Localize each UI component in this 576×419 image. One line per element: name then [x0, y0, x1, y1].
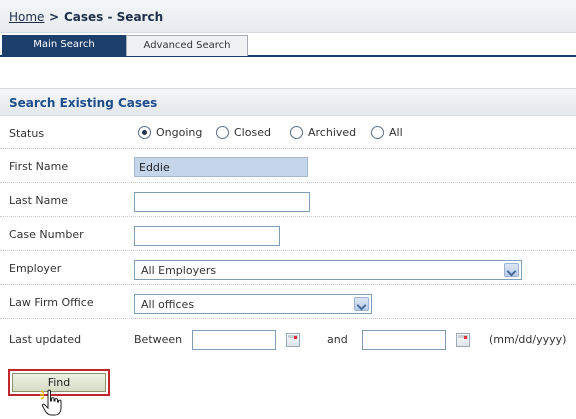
last-name-field[interactable]: [134, 192, 310, 212]
breadcrumb-home-link[interactable]: Home: [9, 10, 44, 24]
calendar-icon[interactable]: [286, 333, 300, 347]
employer-selected-value: All Employers: [141, 264, 217, 277]
last-updated-from-field[interactable]: [192, 330, 276, 350]
radio-unchecked-icon: [216, 126, 229, 139]
last-name-row: Last Name: [0, 183, 576, 217]
dropdown-arrow-icon[interactable]: [504, 263, 519, 277]
law-firm-office-select[interactable]: All offices: [134, 294, 372, 314]
last-updated-label: Last updated: [9, 333, 82, 346]
first-name-field[interactable]: [134, 157, 308, 177]
breadcrumb: Home > Cases - Search: [0, 0, 576, 33]
case-number-field[interactable]: [134, 226, 280, 246]
status-option-label: Closed: [234, 126, 271, 139]
last-updated-row: Last updated Between and (mm/dd/yyyy): [0, 319, 576, 357]
tab-main-search[interactable]: Main Search: [2, 35, 126, 56]
case-number-row: Case Number: [0, 217, 576, 251]
radio-unchecked-icon: [371, 126, 384, 139]
status-radio-archived[interactable]: Archived: [290, 126, 356, 139]
hand-pointer-icon: [40, 389, 62, 416]
page-title: Cases - Search: [64, 10, 164, 24]
tab-advanced-search[interactable]: Advanced Search: [126, 35, 248, 56]
tab-bar: Main Search Advanced Search: [0, 35, 576, 57]
calendar-icon[interactable]: [456, 333, 470, 347]
last-name-label: Last Name: [9, 194, 68, 207]
employer-label: Employer: [9, 262, 62, 275]
and-label: and: [327, 333, 348, 346]
status-radio-all[interactable]: All: [371, 126, 403, 139]
dropdown-arrow-icon[interactable]: [354, 297, 369, 311]
law-firm-office-row: Law Firm Office All offices: [0, 285, 576, 319]
law-firm-office-selected-value: All offices: [141, 298, 195, 311]
law-firm-office-label: Law Firm Office: [9, 296, 94, 309]
employer-select[interactable]: All Employers: [134, 260, 522, 280]
status-label: Status: [9, 127, 45, 140]
section-title: Search Existing Cases: [9, 96, 158, 110]
section-header: Search Existing Cases: [0, 88, 576, 116]
status-option-label: All: [389, 126, 403, 139]
status-option-label: Ongoing: [156, 126, 203, 139]
first-name-row: First Name: [0, 149, 576, 183]
between-label: Between: [134, 333, 183, 346]
date-format-hint: (mm/dd/yyyy): [489, 333, 567, 346]
radio-unchecked-icon: [290, 126, 303, 139]
status-option-label: Archived: [308, 126, 357, 139]
breadcrumb-separator: >: [49, 10, 60, 24]
first-name-label: First Name: [9, 160, 69, 173]
last-updated-to-field[interactable]: [362, 330, 446, 350]
status-row: Status Ongoing Closed Archived All: [0, 116, 576, 149]
radio-checked-icon: [138, 126, 151, 139]
employer-row: Employer All Employers: [0, 251, 576, 285]
case-number-label: Case Number: [9, 228, 84, 241]
status-radio-ongoing[interactable]: Ongoing: [138, 126, 202, 139]
status-radio-closed[interactable]: Closed: [216, 126, 271, 139]
